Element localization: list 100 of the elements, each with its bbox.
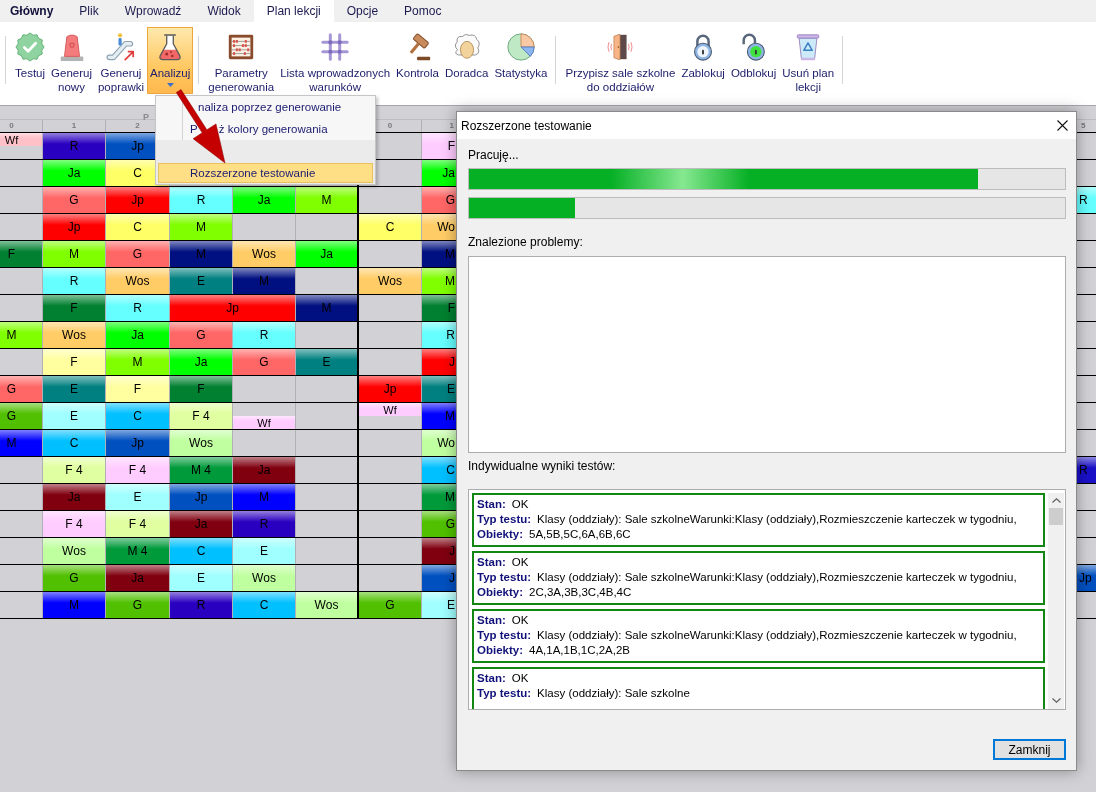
lesson-cell[interactable]: C xyxy=(43,430,105,456)
lesson-cell[interactable]: M xyxy=(106,349,169,375)
ribbon-button[interactable]: Statystyka xyxy=(491,27,551,94)
ribbon-button[interactable]: Zablokuj xyxy=(678,27,728,94)
lesson-cell[interactable]: M xyxy=(422,484,456,510)
lesson-cell[interactable]: F xyxy=(170,376,232,402)
lesson-cell[interactable]: G xyxy=(106,241,169,267)
lesson-cell[interactable]: M 4 xyxy=(170,457,232,483)
chevron-down-icon[interactable] xyxy=(1051,698,1061,703)
scrollbar-thumb[interactable] xyxy=(1049,508,1063,525)
lesson-cell[interactable]: M xyxy=(170,214,232,240)
ribbon-tab[interactable]: Główny xyxy=(0,0,67,22)
lesson-cell[interactable]: R xyxy=(1076,187,1096,213)
lesson-cell[interactable]: F xyxy=(43,295,105,321)
lesson-cell[interactable]: Wf xyxy=(0,133,42,146)
lesson-cell[interactable]: Wf xyxy=(233,416,295,429)
ribbon-button[interactable]: Doradca xyxy=(441,27,492,94)
lesson-cell[interactable]: G xyxy=(422,187,456,213)
lesson-cell[interactable]: E xyxy=(170,268,232,294)
lesson-cell[interactable]: G xyxy=(233,349,295,375)
lesson-cell[interactable]: F xyxy=(422,295,456,321)
lesson-cell[interactable]: F xyxy=(0,241,42,267)
lesson-cell[interactable]: R xyxy=(106,295,169,321)
lesson-cell[interactable]: M xyxy=(43,241,105,267)
lesson-cell[interactable]: G xyxy=(0,403,42,429)
chevron-up-icon[interactable] xyxy=(1051,498,1061,503)
lesson-cell[interactable]: Wf xyxy=(359,403,421,416)
lesson-cell[interactable]: R xyxy=(43,268,105,294)
lesson-cell[interactable]: G xyxy=(106,592,169,618)
scrollbar[interactable] xyxy=(1048,493,1064,709)
lesson-cell[interactable]: C xyxy=(106,403,169,429)
lesson-cell[interactable]: Wos xyxy=(170,430,232,456)
lesson-cell[interactable]: M xyxy=(296,187,357,213)
lesson-cell[interactable]: E xyxy=(106,484,169,510)
lesson-cell[interactable]: G xyxy=(422,511,456,537)
lesson-cell[interactable]: Ja xyxy=(170,349,232,375)
lesson-cell[interactable]: Wos xyxy=(106,268,169,294)
lesson-cell[interactable]: E xyxy=(233,538,295,564)
lesson-cell[interactable]: F 4 xyxy=(43,511,105,537)
lesson-cell[interactable]: M xyxy=(0,322,42,348)
lesson-cell[interactable]: E xyxy=(170,565,232,591)
ribbon-tab[interactable]: Wprowadź xyxy=(111,0,195,22)
lesson-cell[interactable]: E xyxy=(296,349,357,375)
lesson-cell[interactable]: R xyxy=(233,322,295,348)
ribbon-tab[interactable]: Opcje xyxy=(333,0,392,22)
lesson-cell[interactable]: Wos xyxy=(233,241,295,267)
ribbon-button[interactable]: Generuj nowy xyxy=(48,27,95,94)
lesson-cell[interactable]: Ja xyxy=(296,241,357,267)
lesson-cell[interactable]: Wos xyxy=(359,268,421,294)
lesson-cell[interactable]: Wo xyxy=(422,214,456,240)
ribbon-button[interactable]: Przypisz sale szkolne do oddziałów xyxy=(562,27,679,94)
lesson-cell[interactable]: G xyxy=(170,322,232,348)
ribbon-button[interactable]: Testuj xyxy=(12,27,49,94)
lesson-cell[interactable]: Ja xyxy=(106,322,169,348)
lesson-cell[interactable]: G xyxy=(359,592,421,618)
lesson-cell[interactable]: G xyxy=(43,565,105,591)
lesson-cell[interactable]: E xyxy=(422,592,456,618)
lesson-cell[interactable]: Ja xyxy=(43,160,105,186)
lesson-cell[interactable]: F 4 xyxy=(106,511,169,537)
menu-item[interactable]: naliza poprzez generowanie xyxy=(158,97,373,117)
lesson-cell[interactable]: C xyxy=(106,214,169,240)
menu-item[interactable]: Rozszerzone testowanie xyxy=(158,163,373,183)
lesson-cell[interactable]: G xyxy=(43,187,105,213)
lesson-cell[interactable]: F xyxy=(106,376,169,402)
lesson-cell[interactable]: Wo xyxy=(422,430,456,456)
lesson-cell[interactable]: F xyxy=(422,133,456,159)
lesson-cell[interactable]: R xyxy=(170,187,232,213)
ribbon-button[interactable]: Generuj poprawki xyxy=(94,27,147,94)
lesson-cell[interactable]: Wos xyxy=(43,322,105,348)
lesson-cell[interactable]: Jp xyxy=(43,214,105,240)
ribbon-button[interactable]: Kontrola xyxy=(393,27,442,94)
lesson-cell[interactable]: F 4 xyxy=(106,457,169,483)
lesson-cell[interactable]: C xyxy=(170,538,232,564)
ribbon-tab[interactable]: Plan lekcji xyxy=(253,0,334,22)
lesson-cell[interactable]: F 4 xyxy=(170,403,232,429)
ribbon-tab[interactable]: Widok xyxy=(194,0,254,22)
lesson-cell[interactable]: R xyxy=(422,322,456,348)
lesson-cell[interactable]: C xyxy=(359,214,421,240)
lesson-cell[interactable]: Wos xyxy=(233,565,295,591)
lesson-cell[interactable]: Ja xyxy=(233,187,295,213)
lesson-cell[interactable]: Jp xyxy=(170,295,295,321)
lesson-cell[interactable]: M 4 xyxy=(106,538,169,564)
lesson-cell[interactable]: Ja xyxy=(422,160,456,186)
ribbon-button[interactable]: Analizuj xyxy=(147,27,194,94)
lesson-cell[interactable]: Wos xyxy=(43,538,105,564)
lesson-cell[interactable]: E xyxy=(422,376,456,402)
lesson-cell[interactable]: M xyxy=(422,268,456,294)
ribbon-button[interactable]: Odblokuj xyxy=(727,27,780,94)
lesson-cell[interactable]: Wos xyxy=(296,592,357,618)
lesson-cell[interactable]: G xyxy=(0,376,42,402)
lesson-cell[interactable]: F 4 xyxy=(43,457,105,483)
ribbon-button[interactable]: Lista wprowadzonych warunków xyxy=(277,27,394,94)
ribbon-button[interactable]: Parametry generowania xyxy=(205,27,278,94)
lesson-cell[interactable]: C xyxy=(422,457,456,483)
close-button[interactable]: Zamknij xyxy=(993,739,1066,760)
ribbon-button[interactable]: Usuń plan lekcji xyxy=(779,27,838,94)
lesson-cell[interactable]: J xyxy=(422,349,456,375)
lesson-cell[interactable]: E xyxy=(43,376,105,402)
lesson-cell[interactable]: Jp xyxy=(359,376,421,402)
lesson-cell[interactable]: Jp xyxy=(106,187,169,213)
